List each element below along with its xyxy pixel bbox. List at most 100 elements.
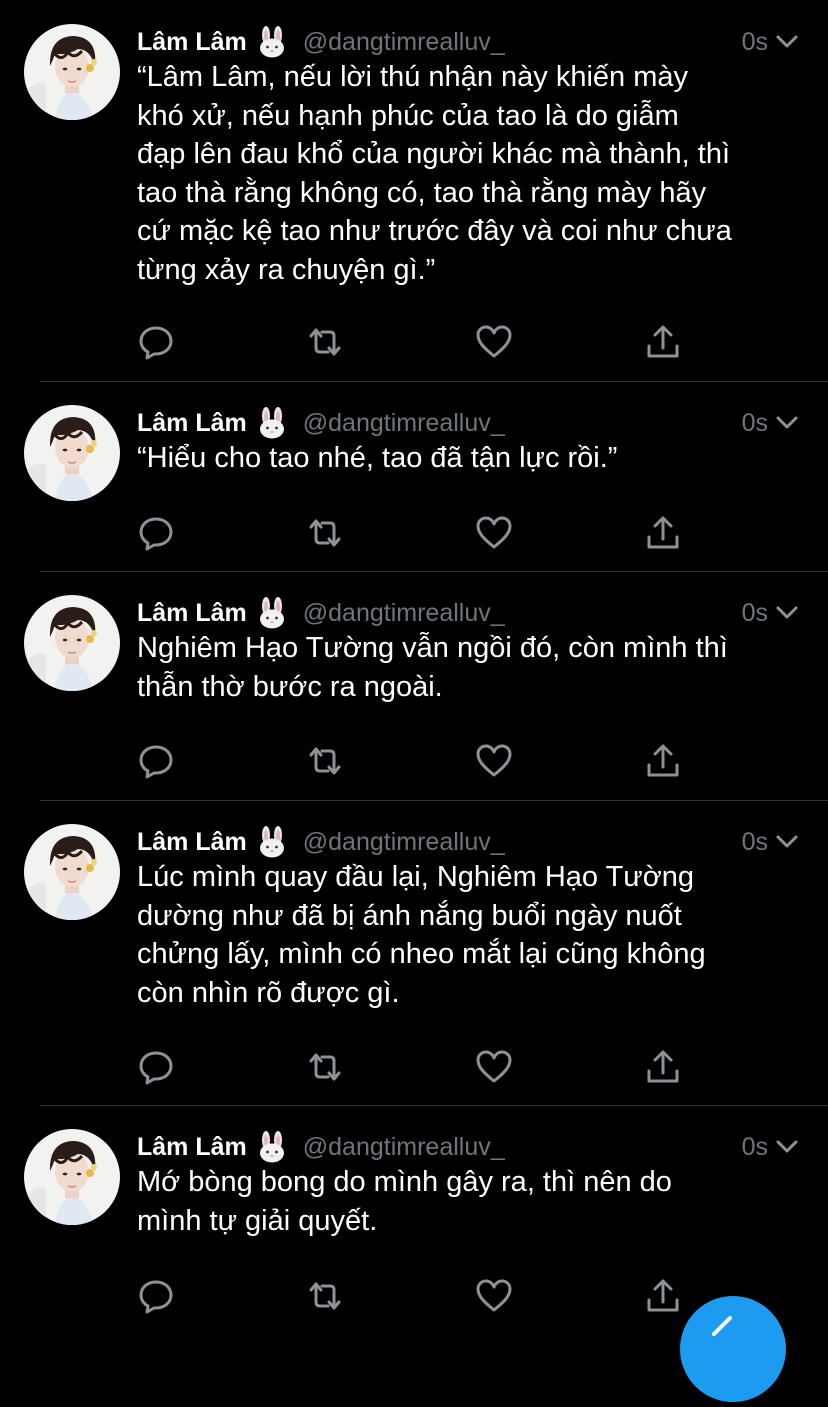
share-button[interactable] xyxy=(643,741,683,781)
author-name[interactable]: Lâm Lâm xyxy=(137,828,247,857)
avatar[interactable] xyxy=(24,405,120,501)
like-button[interactable] xyxy=(474,513,514,553)
divider xyxy=(40,381,828,382)
share-icon xyxy=(647,325,679,358)
avatar-image xyxy=(24,595,120,691)
tweet-text: Nghiêm Hạo Tường vẫn ngồi đó, còn mình t… xyxy=(137,629,807,706)
avatar[interactable] xyxy=(24,595,120,691)
tweet-text: “Hiểu cho tao nhé, tao đã tận lực rồi.” xyxy=(137,439,807,478)
like-button[interactable] xyxy=(474,1047,514,1087)
heart-icon xyxy=(476,516,512,549)
tweet-actions xyxy=(0,741,828,781)
avatar[interactable] xyxy=(24,824,120,920)
like-button[interactable] xyxy=(474,322,514,362)
tweet-header: Lâm Lâm @dangtimrealluv_ 0s xyxy=(137,1127,800,1167)
author-name[interactable]: Lâm Lâm xyxy=(137,409,247,438)
like-button[interactable] xyxy=(474,1276,514,1316)
tweet-actions xyxy=(0,513,828,553)
timestamp: 0s xyxy=(741,408,768,437)
retweet-button[interactable] xyxy=(305,322,345,362)
chevron-down-icon[interactable] xyxy=(774,29,800,55)
share-button[interactable] xyxy=(643,1047,683,1087)
rabbit-face-icon xyxy=(259,407,284,439)
tweet-text-line: cứ mặc kệ tao như trước đây và coi như c… xyxy=(137,215,732,247)
reply-icon xyxy=(139,1280,173,1314)
tweet-text-line: dường như đã bị ánh nắng buổi ngày nuốt xyxy=(137,899,682,932)
tweet-header: Lâm Lâm @dangtimrealluv_ 0s xyxy=(137,822,800,862)
author-handle[interactable]: @dangtimrealluv_ xyxy=(303,28,505,57)
tweet-text-line: từng xảy ra chuyện gì.” xyxy=(137,253,436,286)
retweet-button[interactable] xyxy=(305,513,345,553)
author-name[interactable]: Lâm Lâm xyxy=(137,28,247,57)
timestamp: 0s xyxy=(741,598,768,627)
author-handle[interactable]: @dangtimrealluv_ xyxy=(303,828,505,857)
tweet-text: Lúc mình quay đầu lại, Nghiêm Hạo Tường … xyxy=(137,858,807,1012)
heart-icon xyxy=(476,1279,512,1312)
tweet-text-line: Lúc mình quay đầu lại, Nghiêm Hạo Tường xyxy=(137,861,694,893)
share-button[interactable] xyxy=(643,1276,683,1316)
compose-icon xyxy=(712,1316,732,1336)
like-button[interactable] xyxy=(474,741,514,781)
heart-icon xyxy=(476,1050,512,1083)
tweet-text-line: đạp lên đau khổ của người khác mà thành,… xyxy=(137,138,731,170)
retweet-icon xyxy=(309,747,341,775)
tweet-header: Lâm Lâm @dangtimrealluv_ 0s xyxy=(137,403,800,443)
chevron-down-icon[interactable] xyxy=(774,1134,800,1160)
reply-button[interactable] xyxy=(136,1047,176,1087)
author-handle[interactable]: @dangtimrealluv_ xyxy=(303,1133,505,1162)
tweet-text-line: “Lâm Lâm, nếu lời thú nhận này khiến mày xyxy=(137,61,688,93)
tweet-text: Mớ bòng bong do mình gây ra, thì nên do … xyxy=(137,1163,807,1240)
heart-icon xyxy=(476,744,512,777)
reply-icon xyxy=(139,517,173,551)
rabbit-face-icon xyxy=(259,1131,284,1163)
author-handle[interactable]: @dangtimrealluv_ xyxy=(303,599,505,628)
retweet-icon xyxy=(309,519,341,547)
author-name[interactable]: Lâm Lâm xyxy=(137,1133,247,1162)
divider xyxy=(40,800,828,801)
retweet-icon xyxy=(309,328,341,356)
tweet-text-line: “Hiểu cho tao nhé, tao đã tận lực rồi.” xyxy=(137,442,618,474)
chevron-down-icon[interactable] xyxy=(774,410,800,436)
tweet-text-line: còn nhìn rõ được gì. xyxy=(137,976,400,1009)
tweet-text-line: tao thà rằng không có, tao thà rằng mày … xyxy=(137,176,707,209)
share-button[interactable] xyxy=(643,513,683,553)
tweet-actions xyxy=(0,1047,828,1087)
tweet-text-line: Mớ bòng bong do mình gây ra, thì nên do xyxy=(137,1166,672,1198)
tweet-text-line: mình tự giải quyết. xyxy=(137,1204,378,1237)
retweet-button[interactable] xyxy=(305,741,345,781)
avatar-image xyxy=(24,24,120,120)
share-button[interactable] xyxy=(643,322,683,362)
reply-button[interactable] xyxy=(136,1276,176,1316)
chevron-down-icon[interactable] xyxy=(774,829,800,855)
avatar-image xyxy=(24,824,120,920)
heart-icon xyxy=(476,325,512,358)
reply-icon xyxy=(139,745,173,779)
retweet-button[interactable] xyxy=(305,1276,345,1316)
avatar[interactable] xyxy=(24,24,120,120)
avatar-image xyxy=(24,1129,120,1225)
timestamp: 0s xyxy=(741,827,768,856)
tweet-header: Lâm Lâm @dangtimrealluv_ 0s xyxy=(137,593,800,633)
author-handle[interactable]: @dangtimrealluv_ xyxy=(303,409,505,438)
avatar-image xyxy=(24,405,120,501)
retweet-button[interactable] xyxy=(305,1047,345,1087)
tweet-text-line: thẫn thờ bước ra ngoài. xyxy=(137,670,443,703)
chevron-down-icon[interactable] xyxy=(774,600,800,626)
tweet-text-line: chửng lấy, mình có nheo mắt lại cũng khô… xyxy=(137,938,706,970)
divider xyxy=(40,571,828,572)
timestamp: 0s xyxy=(741,27,768,56)
reply-button[interactable] xyxy=(136,513,176,553)
rabbit-face-icon xyxy=(259,597,284,629)
share-icon xyxy=(647,744,679,777)
tweet-text-line: khó xử, nếu hạnh phúc của tao là do giẫm xyxy=(137,99,679,132)
retweet-icon xyxy=(309,1053,341,1081)
author-name[interactable]: Lâm Lâm xyxy=(137,599,247,628)
rabbit-face-icon xyxy=(259,826,284,858)
reply-icon xyxy=(139,326,173,360)
reply-button[interactable] xyxy=(136,741,176,781)
tweet-header: Lâm Lâm @dangtimrealluv_ 0s xyxy=(137,22,800,62)
timestamp: 0s xyxy=(741,1132,768,1161)
avatar[interactable] xyxy=(24,1129,120,1225)
reply-button[interactable] xyxy=(136,322,176,362)
compose-tweet-button[interactable] xyxy=(680,1296,786,1402)
